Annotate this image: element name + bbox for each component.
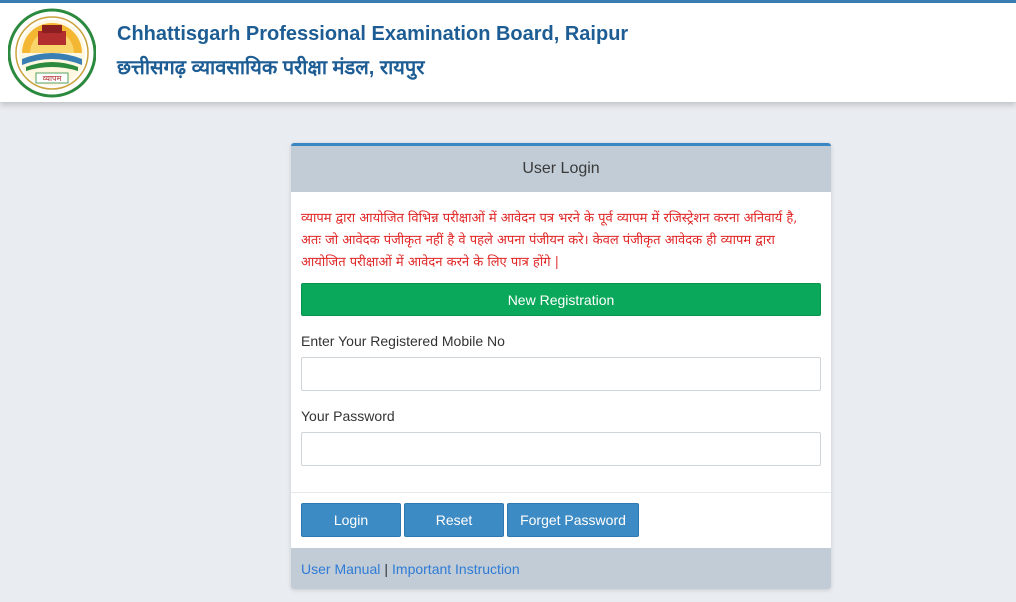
link-separator: | — [384, 561, 389, 577]
password-input[interactable] — [301, 432, 821, 466]
vyapam-logo-icon[interactable]: व्यापम — [7, 7, 97, 99]
logo-text: व्यापम — [43, 74, 62, 83]
mobile-input[interactable] — [301, 357, 821, 391]
site-header: व्यापम Chhattisgarh Professional Examina… — [0, 3, 1016, 102]
password-label: Your Password — [301, 408, 395, 424]
user-manual-link[interactable]: User Manual — [301, 561, 380, 577]
login-card-footer: User Manual | Important Instruction — [291, 548, 831, 589]
page-title-hindi: छत्तीसगढ़ व्यावसायिक परीक्षा मंडल, रायपु… — [117, 57, 425, 79]
registration-notice: व्यापम द्वारा आयोजित विभिन्न परीक्षाओं म… — [301, 211, 798, 270]
page-title-english: Chhattisgarh Professional Examination Bo… — [117, 23, 629, 45]
forget-password-button[interactable]: Forget Password — [507, 503, 639, 537]
reset-button[interactable]: Reset — [404, 503, 504, 537]
footer-links: User Manual | Important Instruction — [301, 561, 520, 577]
user-login-card: User Login व्यापम द्वारा आयोजित विभिन्न … — [291, 143, 831, 589]
important-instruction-link[interactable]: Important Instruction — [392, 561, 520, 577]
divider — [291, 492, 831, 493]
login-button[interactable]: Login — [301, 503, 401, 537]
new-registration-button[interactable]: New Registration — [301, 283, 821, 316]
mobile-label: Enter Your Registered Mobile No — [301, 333, 505, 349]
login-card-title: User Login — [291, 146, 831, 192]
